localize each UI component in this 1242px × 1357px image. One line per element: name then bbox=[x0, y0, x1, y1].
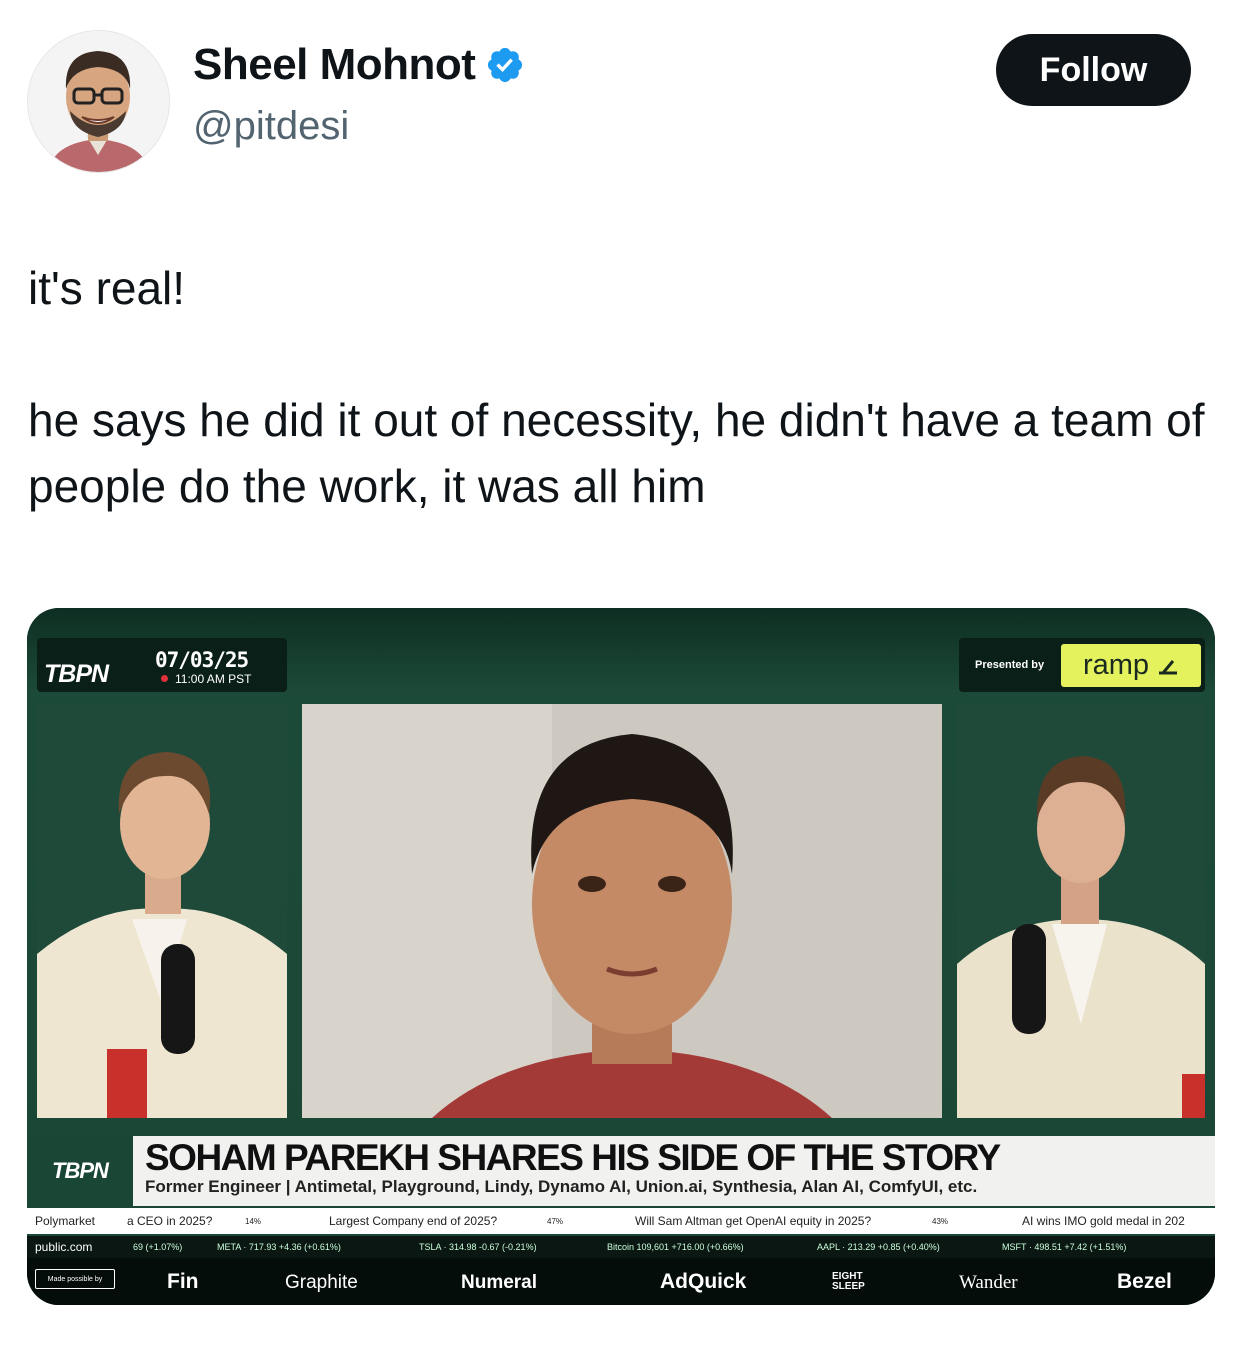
market-odds: 43% bbox=[932, 1217, 949, 1226]
avatar-illustration-icon bbox=[28, 31, 169, 172]
lower-third-logo: TBPN bbox=[27, 1136, 133, 1206]
author-name-row[interactable]: Sheel Mohnot bbox=[193, 40, 525, 90]
market-item: a CEO in 2025? bbox=[127, 1214, 213, 1228]
presented-by-label: Presented by bbox=[975, 659, 1045, 671]
stock-item: Bitcoin 109,601 +716.00 (+0.66%) bbox=[607, 1242, 744, 1252]
sponsor-graphite: Graphite bbox=[285, 1272, 358, 1293]
stock-item: MSFT · 498.51 +7.42 (+1.51%) bbox=[1002, 1242, 1127, 1252]
stock-item: 69 (+1.07%) bbox=[133, 1242, 183, 1252]
market-odds: 14% bbox=[245, 1217, 262, 1226]
market-odds: 47% bbox=[547, 1217, 564, 1226]
tweet-paragraph: he says he did it out of necessity, he d… bbox=[28, 394, 1205, 512]
tweet-paragraph: it's real! bbox=[28, 262, 186, 314]
host-right-camera bbox=[957, 704, 1205, 1118]
sponsors-bar: Fin Graphite Numeral AdQuick EIGHT SLEEP… bbox=[27, 1258, 1215, 1305]
market-item: Largest Company end of 2025? bbox=[329, 1214, 498, 1228]
sponsor-wander: Wander bbox=[959, 1272, 1018, 1293]
market-item: Will Sam Altman get OpenAI equity in 202… bbox=[635, 1214, 872, 1228]
verified-badge-icon bbox=[488, 47, 523, 83]
sponsor-adquick: AdQuick bbox=[660, 1270, 747, 1293]
sponsor-fin: Fin bbox=[167, 1270, 199, 1293]
stock-ticker: public.com 69 (+1.07%) META · 717.93 +4.… bbox=[27, 1236, 1215, 1258]
polymarket-logo: Polymarket bbox=[35, 1214, 96, 1228]
author-avatar[interactable] bbox=[27, 30, 170, 173]
show-logo: TBPN bbox=[44, 660, 109, 688]
stock-item: AAPL · 213.29 +0.85 (+0.40%) bbox=[817, 1242, 940, 1252]
follow-button[interactable]: Follow bbox=[996, 34, 1191, 106]
host-left-illustration bbox=[37, 704, 287, 1118]
market-item: AI wins IMO gold medal in 202 bbox=[1022, 1214, 1185, 1228]
sponsor-numeral: Numeral bbox=[461, 1272, 538, 1293]
stock-item: TSLA · 314.98 -0.67 (-0.21%) bbox=[419, 1242, 537, 1252]
broadcast-date: 07/03/25 bbox=[155, 648, 249, 672]
made-possible-label: Made possible by bbox=[35, 1269, 115, 1289]
stock-item: META · 717.93 +4.36 (+0.61%) bbox=[217, 1242, 341, 1252]
sponsor-eight-sleep: EIGHT SLEEP bbox=[832, 1271, 865, 1292]
author-handle[interactable]: @pitdesi bbox=[193, 104, 349, 149]
ramp-mark-icon bbox=[1159, 659, 1178, 674]
broadcast-time: 11:00 AM PST bbox=[175, 672, 252, 686]
live-dot-icon bbox=[161, 675, 168, 682]
stocks-provider: public.com bbox=[35, 1240, 93, 1254]
guest-camera bbox=[302, 704, 942, 1118]
prediction-market-ticker: Polymarket a CEO in 2025? 14% Largest Co… bbox=[27, 1208, 1215, 1234]
author-display-name[interactable]: Sheel Mohnot bbox=[193, 40, 476, 90]
guest-illustration bbox=[302, 704, 942, 1118]
ramp-logo-text: ramp bbox=[1082, 649, 1150, 681]
chyron-headline: SOHAM PAREKH SHARES HIS SIDE OF THE STOR… bbox=[145, 1137, 1001, 1178]
tweet-text: it's real! he says he did it out of nece… bbox=[28, 255, 1218, 519]
sponsor-bezel: Bezel bbox=[1117, 1270, 1172, 1293]
chyron-subheadline: Former Engineer | Antimetal, Playground,… bbox=[145, 1177, 978, 1196]
host-right-illustration bbox=[957, 704, 1205, 1118]
ramp-logo: ramp bbox=[1061, 644, 1201, 687]
tweet-media-image[interactable]: TBPN 07/03/25 11:00 AM PST Presented by … bbox=[27, 608, 1215, 1305]
host-left-camera bbox=[37, 704, 287, 1118]
